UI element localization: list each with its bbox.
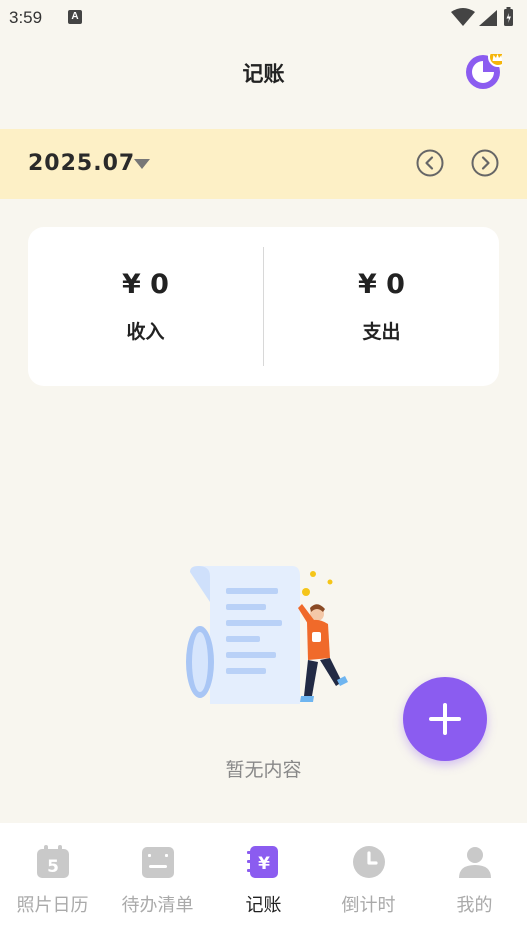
notification-icon: A [68,10,82,24]
svg-text:5: 5 [47,857,59,877]
tab-label: 倒计时 [341,895,396,916]
tab-todo-list[interactable]: 待办清单 [105,823,210,936]
tab-label: 照片日历 [16,895,89,916]
person-icon [459,847,491,878]
month-dropdown-icon[interactable] [134,159,150,169]
status-icons [451,7,513,26]
expense-amount: ¥ 0 [358,269,405,300]
status-bar: 3:59 A [0,0,527,36]
todo-list-icon [142,847,174,878]
app-header: 记账 [0,36,527,108]
month-label[interactable]: 2025.07 [28,151,135,176]
tab-countdown[interactable]: 倒计时 [316,823,421,936]
calendar-icon: 5 [37,845,69,878]
month-selector-bar: 2025.07 [0,129,527,199]
clock-icon [353,846,385,878]
svg-text:¥: ¥ [258,854,270,874]
income-amount: ¥ 0 [122,269,169,300]
tab-label: 我的 [456,895,493,916]
page-title: 记账 [242,62,285,86]
tab-mine[interactable]: 我的 [422,823,527,936]
yuan-icon: ¥ [247,846,278,878]
wifi-icon [451,8,475,26]
expense-summary: ¥ 0 支出 [264,227,499,386]
statistics-pie-icon[interactable] [464,54,502,90]
status-time: 3:59 [9,8,43,27]
add-record-button[interactable] [403,677,487,761]
tab-label: 记账 [245,895,282,916]
summary-card: ¥ 0 收入 ¥ 0 支出 [28,227,499,386]
next-month-icon[interactable] [471,149,499,177]
income-summary: ¥ 0 收入 [28,227,263,386]
tab-label: 待办清单 [121,895,194,916]
bottom-tab-bar: 5 照片日历 待办清单 ¥ 记账 倒计时 我的 [0,823,527,936]
tab-photo-calendar[interactable]: 5 照片日历 [0,823,105,936]
expense-label: 支出 [362,321,401,343]
empty-receipt-illustration [186,566,348,704]
previous-month-icon[interactable] [416,149,444,177]
signal-icon [479,10,497,26]
income-label: 收入 [126,321,165,343]
tab-bookkeeping[interactable]: ¥ 记账 [211,823,316,936]
